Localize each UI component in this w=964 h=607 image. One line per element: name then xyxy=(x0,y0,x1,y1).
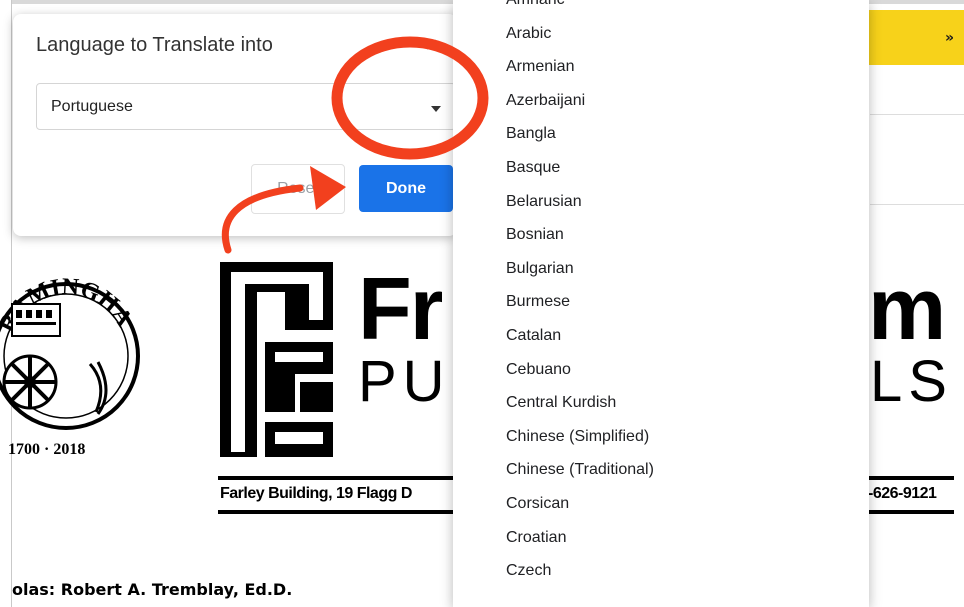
language-option[interactable]: Cebuano xyxy=(453,353,869,387)
expand-chevron-icon[interactable]: » xyxy=(945,30,954,46)
logo-subtitle-left: PU xyxy=(358,349,451,414)
translate-language-dialog: Language to Translate into × Portuguese … xyxy=(13,14,457,236)
language-option[interactable]: Belarusian xyxy=(453,185,869,219)
language-option[interactable]: Basque xyxy=(453,151,869,185)
selected-language: Portuguese xyxy=(51,98,133,115)
background-field-lower xyxy=(870,154,964,205)
language-option[interactable]: Central Kurdish xyxy=(453,386,869,420)
language-option[interactable]: Czech xyxy=(453,554,869,588)
background-field xyxy=(870,114,964,156)
language-options-list[interactable]: Amharic Arabic Armenian Azerbaijani Bang… xyxy=(453,0,869,607)
dialog-title: Language to Translate into xyxy=(36,34,273,56)
address-text-right: -626-9121 xyxy=(868,485,937,502)
caret-down-icon xyxy=(431,106,441,112)
reset-button[interactable]: Reset xyxy=(251,164,345,214)
address-text-left: Farley Building, 19 Flagg D xyxy=(220,485,412,502)
language-option[interactable]: Bulgarian xyxy=(453,252,869,286)
language-option[interactable]: Azerbaijani xyxy=(453,84,869,118)
school-seal-logo: RAMINGHAM 1700 · 2018 xyxy=(0,244,140,458)
language-option[interactable]: Croatian xyxy=(453,521,869,555)
language-option[interactable]: Corsican xyxy=(453,487,869,521)
done-button[interactable]: Done xyxy=(359,165,453,212)
language-option[interactable]: Armenian xyxy=(453,50,869,84)
logo-subtitle-right: LS xyxy=(870,349,953,414)
seal-bottom-text: 1700 · 2018 xyxy=(8,441,85,458)
language-option[interactable]: Burmese xyxy=(453,285,869,319)
language-option[interactable]: Chinese (Traditional) xyxy=(453,453,869,487)
language-option[interactable]: Catalan xyxy=(453,319,869,353)
superintendent-line: olas: Robert A. Tremblay, Ed.D. xyxy=(12,580,293,599)
language-option[interactable]: Arabic xyxy=(453,17,869,51)
close-icon[interactable]: × xyxy=(425,32,438,58)
language-option[interactable]: Bosnian xyxy=(453,218,869,252)
language-option[interactable]: Bangla xyxy=(453,117,869,151)
language-select[interactable]: Portuguese xyxy=(36,83,456,130)
language-option[interactable]: Amharic xyxy=(453,0,869,17)
logo-wordmark-left: Fr xyxy=(358,265,442,345)
logo-wordmark-right: m xyxy=(868,265,947,345)
language-option[interactable]: Chinese (Simplified) xyxy=(453,420,869,454)
school-logo-mark xyxy=(220,262,333,457)
